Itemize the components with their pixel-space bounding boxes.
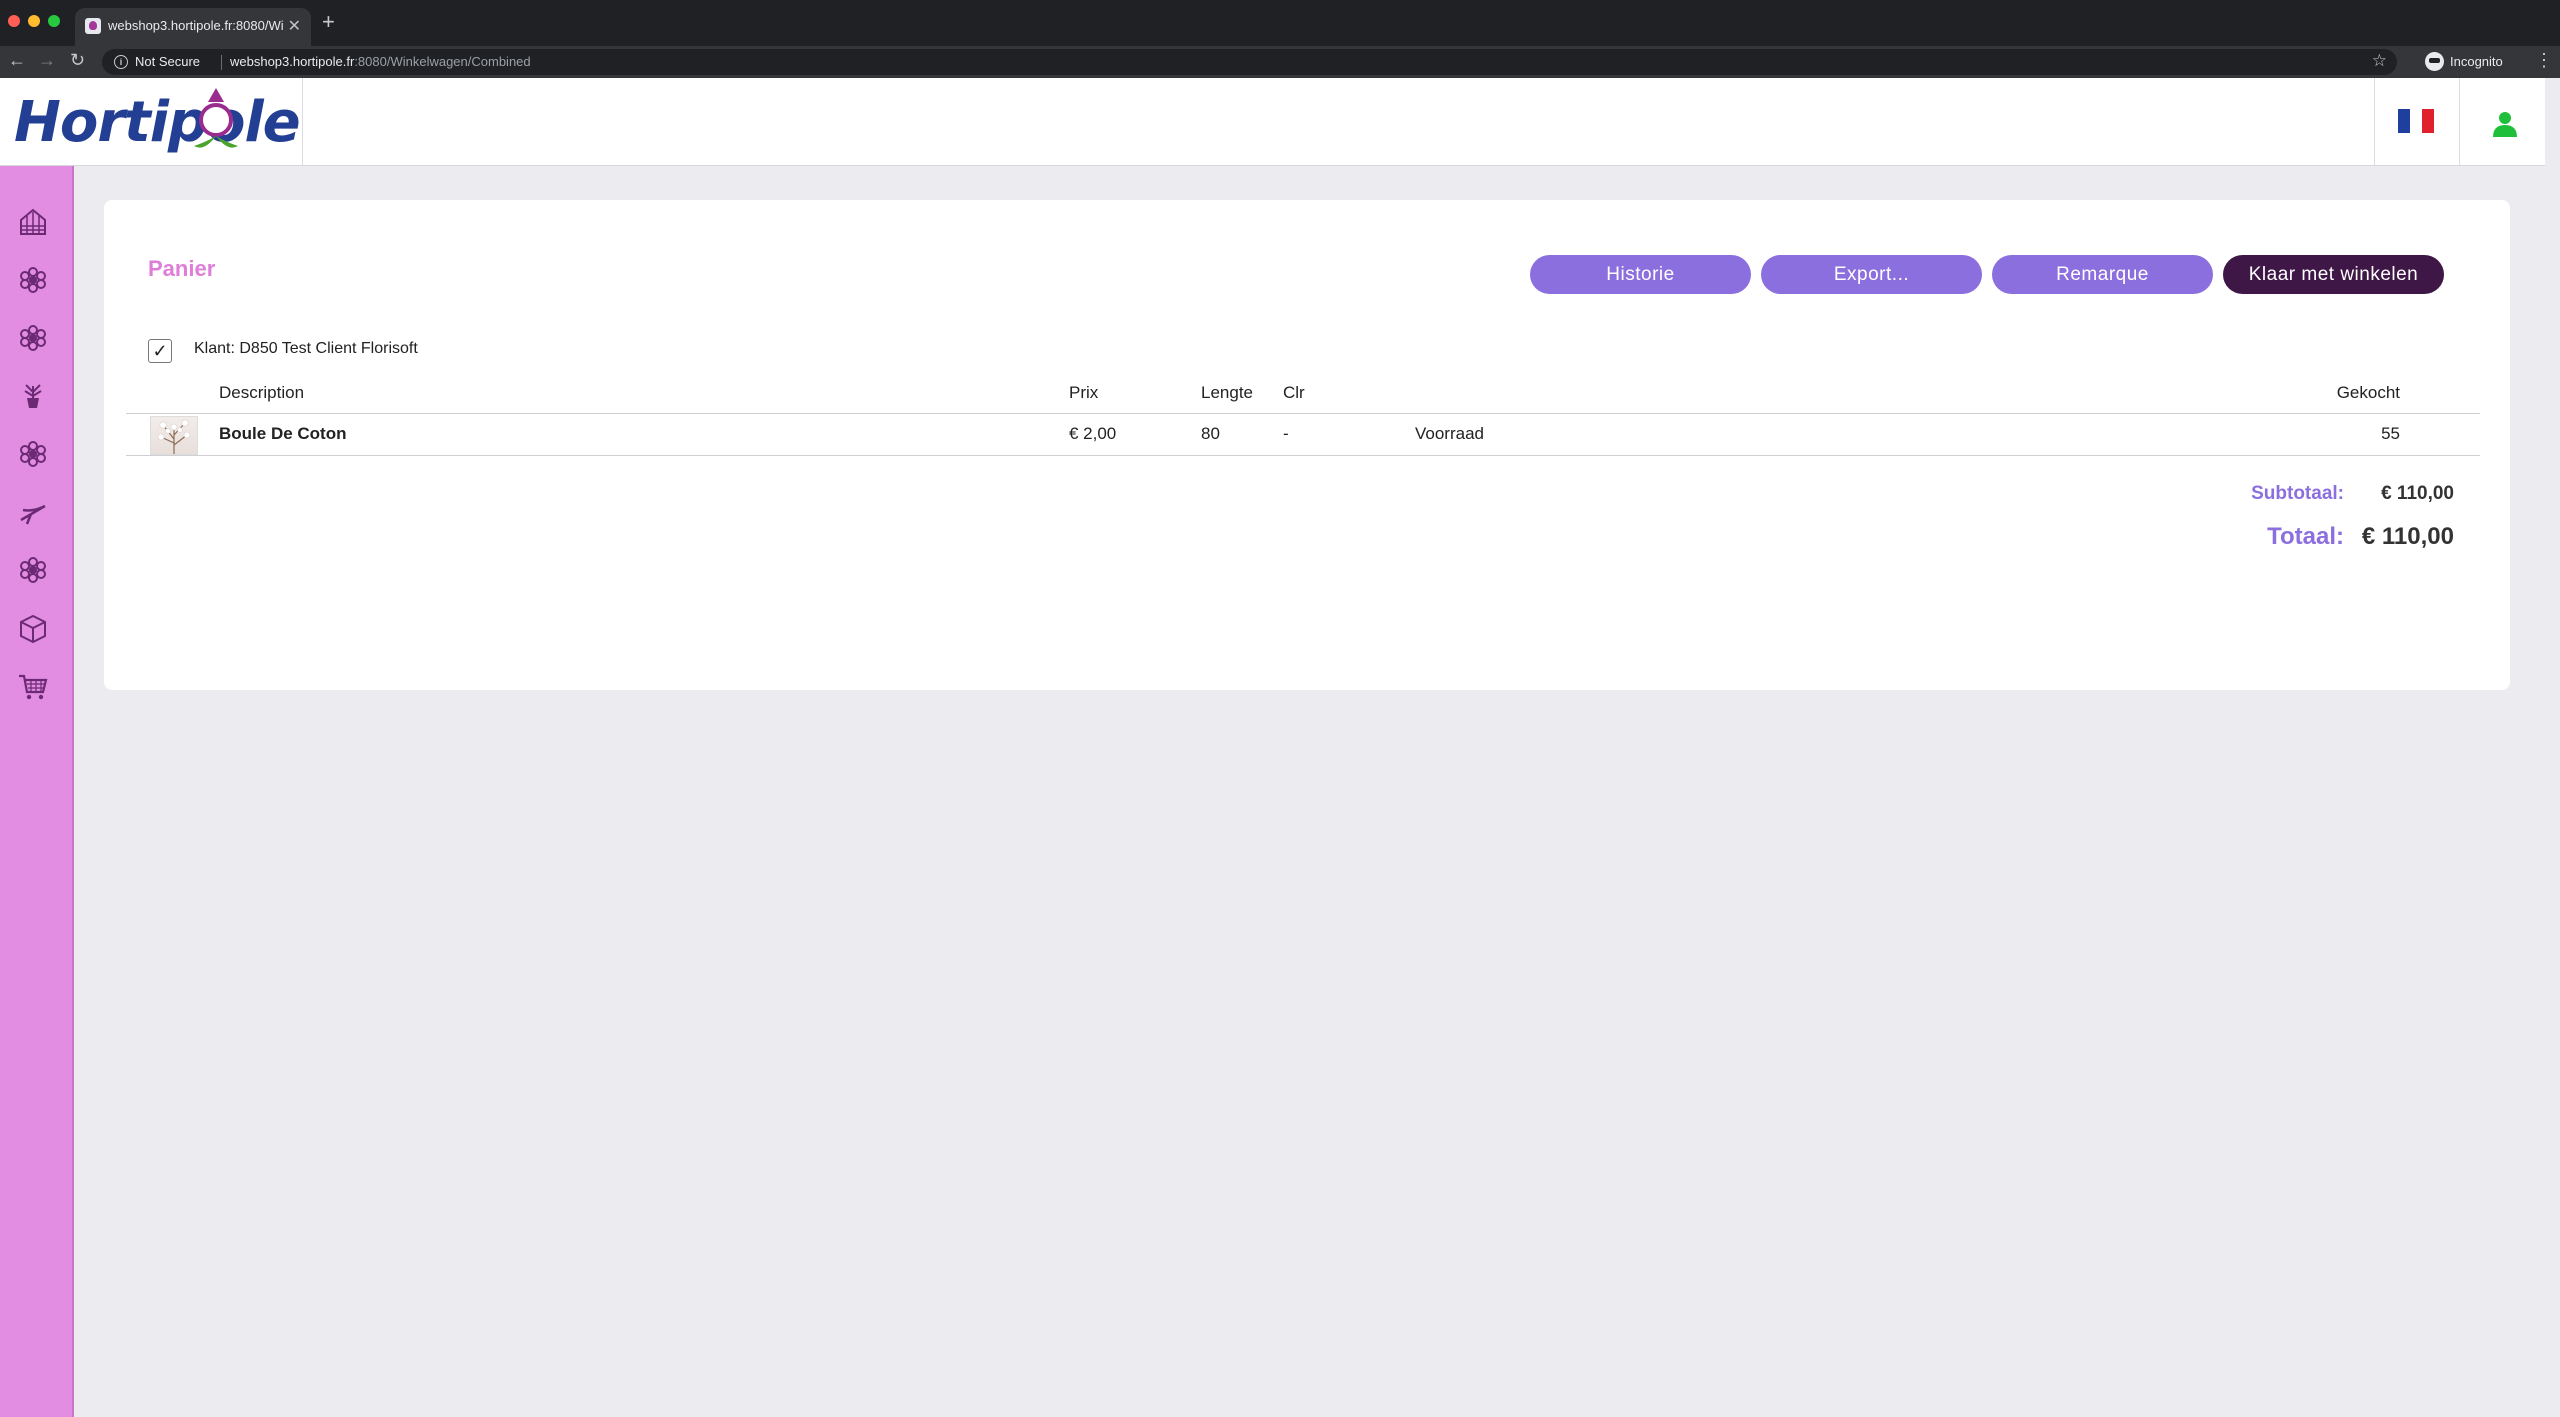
reload-icon[interactable]: ↻ <box>70 50 85 71</box>
divider <box>302 78 303 165</box>
product-description: Boule De Coton <box>219 424 347 443</box>
divider <box>126 455 2480 456</box>
product-bought-quantity: 55 <box>2381 424 2400 443</box>
cotton-branch-image <box>157 419 191 454</box>
divider <box>2459 78 2460 165</box>
browser-tab-bar: webshop3.hortipole.fr:8080/Wi ✕ + <box>0 0 2560 46</box>
pruning-shears-icon[interactable] <box>17 496 49 528</box>
bookmark-star-icon[interactable]: ☆ <box>2372 51 2387 71</box>
browser-menu-icon[interactable]: ⋮ <box>2535 50 2553 71</box>
remark-button[interactable]: Remarque <box>1992 255 2213 294</box>
column-header-length: Lengte <box>1201 383 1253 402</box>
box-icon[interactable] <box>17 612 49 644</box>
column-header-description: Description <box>219 383 305 402</box>
flag-stripe-red <box>2422 109 2434 133</box>
maximize-window-button[interactable] <box>48 15 60 27</box>
tab-title: webshop3.hortipole.fr:8080/Wi <box>108 18 283 33</box>
browser-tab[interactable]: webshop3.hortipole.fr:8080/Wi ✕ <box>75 8 311 46</box>
favicon-icon <box>85 18 101 34</box>
url-host: webshop3.hortipole.fr <box>230 54 355 69</box>
divider <box>2374 78 2375 165</box>
subtotal-value: € 110,00 <box>2381 483 2454 504</box>
divider <box>221 55 222 70</box>
client-label: Klant: D850 Test Client Florisoft <box>194 340 418 357</box>
back-icon[interactable]: ← <box>8 50 26 71</box>
close-tab-icon[interactable]: ✕ <box>288 16 301 36</box>
new-tab-icon[interactable]: + <box>322 9 335 35</box>
language-flag-icon[interactable] <box>2398 109 2434 133</box>
sidebar <box>0 166 74 1417</box>
history-button[interactable]: Historie <box>1530 255 1751 294</box>
export-button[interactable]: Export... <box>1761 255 1982 294</box>
url-text[interactable]: webshop3.hortipole.fr:8080/Winkelwagen/C… <box>230 54 531 69</box>
product-price: € 2,00 <box>1069 424 1117 443</box>
close-window-button[interactable] <box>8 15 20 27</box>
done-shopping-button[interactable]: Klaar met winkelen <box>2223 255 2444 294</box>
flag-stripe-blue <box>2398 109 2410 133</box>
browser-toolbar: ← → ↻ i Not Secure webshop3.hortipole.fr… <box>0 46 2560 78</box>
cart-card: Panier Historie Export... Remarque Klaar… <box>104 200 2510 690</box>
flower-icon[interactable] <box>17 264 49 296</box>
minimize-window-button[interactable] <box>28 15 40 27</box>
divider <box>126 413 2480 414</box>
column-header-bought: Gekocht <box>2336 383 2400 402</box>
column-header-color: Clr <box>1283 383 1305 402</box>
logo-tulip-icon <box>194 88 238 148</box>
total-value: € 110,00 <box>2361 523 2454 550</box>
url-path: :8080/Winkelwagen/Combined <box>354 54 531 69</box>
product-thumbnail[interactable] <box>150 416 198 455</box>
column-header-price: Prix <box>1069 383 1099 402</box>
incognito-label: Incognito <box>2450 54 2503 69</box>
product-stock-status: Voorraad <box>1415 424 1484 443</box>
flower-icon[interactable] <box>17 322 49 354</box>
potted-plant-icon[interactable] <box>17 380 49 412</box>
flower-icon[interactable] <box>17 438 49 470</box>
user-icon[interactable] <box>2492 110 2518 138</box>
greenhouse-icon[interactable] <box>17 206 49 238</box>
app-header: Hortipole <box>0 78 2545 166</box>
hortipole-logo[interactable]: Hortipole <box>14 88 301 155</box>
cart-icon[interactable] <box>17 670 49 702</box>
product-color: - <box>1283 424 1289 443</box>
flower-icon[interactable] <box>17 554 49 586</box>
info-icon[interactable]: i <box>114 55 128 69</box>
page-title: Panier <box>148 256 216 281</box>
incognito-icon <box>2425 52 2444 71</box>
security-label: Not Secure <box>135 54 201 69</box>
client-checkbox[interactable]: ✓ <box>148 339 172 363</box>
product-length: 80 <box>1201 424 1220 443</box>
flag-stripe-white <box>2410 109 2422 133</box>
forward-icon[interactable]: → <box>38 50 56 71</box>
address-bar[interactable]: i Not Secure webshop3.hortipole.fr:8080/… <box>102 49 2397 75</box>
